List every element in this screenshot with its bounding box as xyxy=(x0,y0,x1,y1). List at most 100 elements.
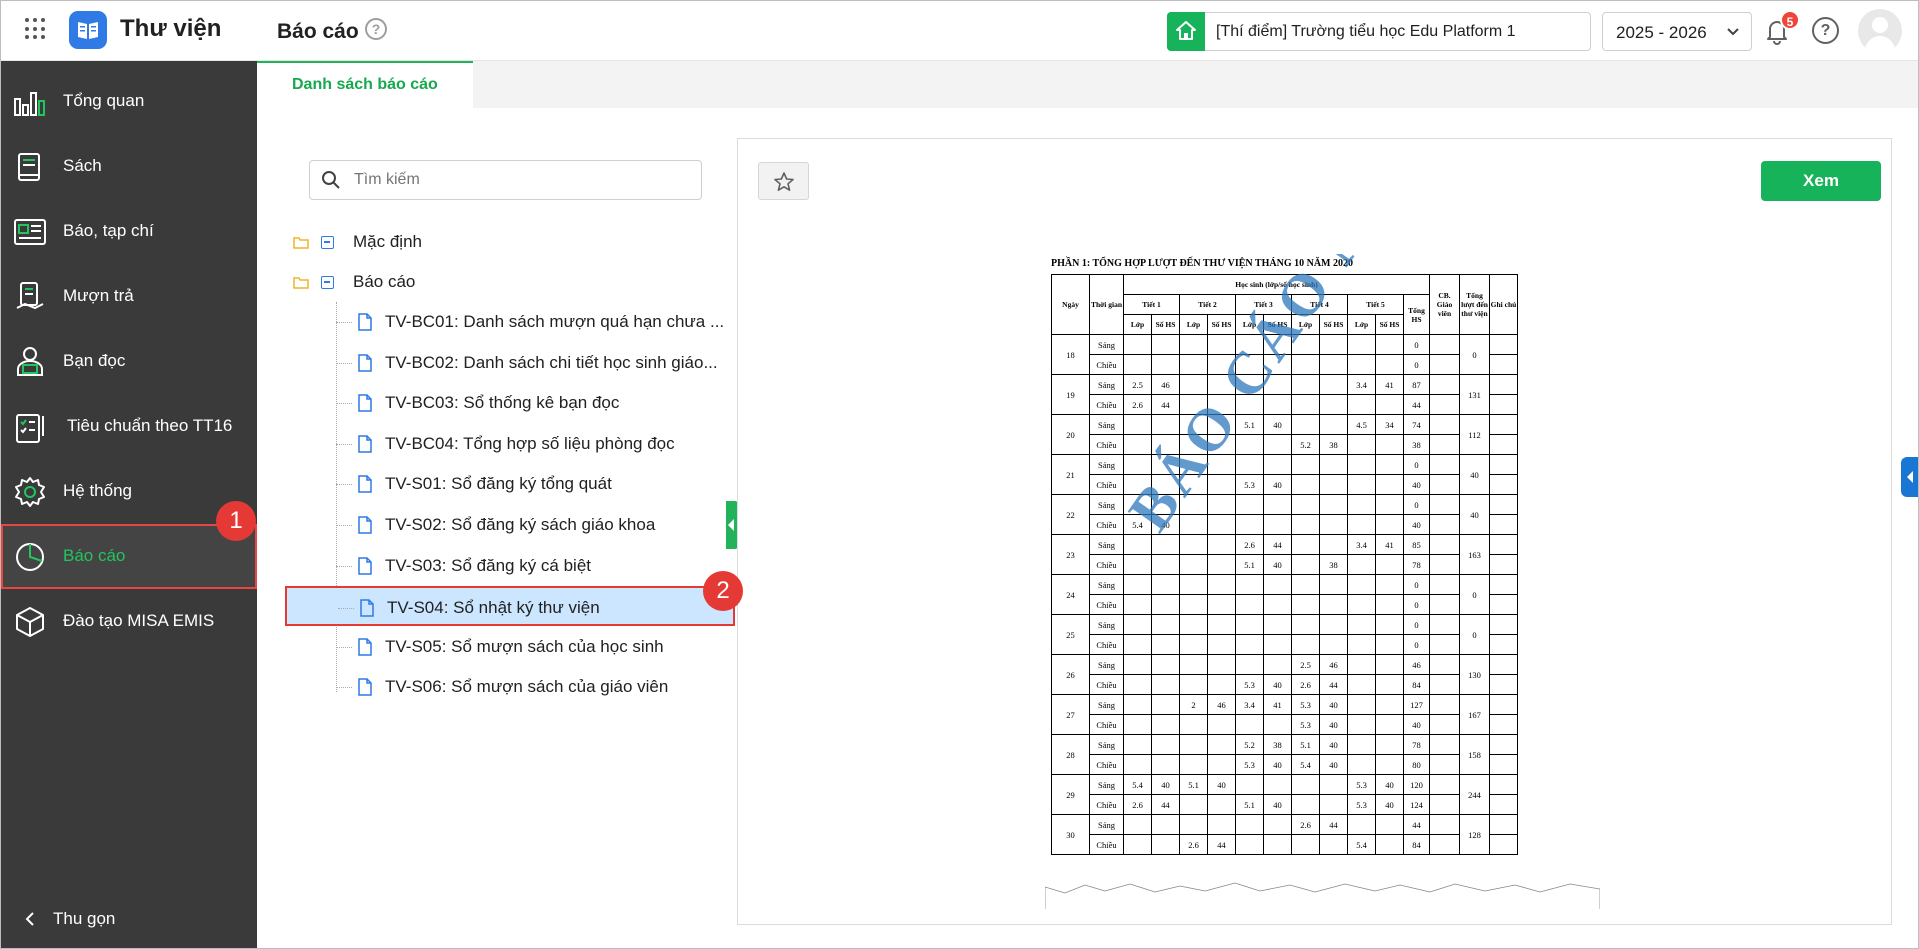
notification-badge: 5 xyxy=(1780,10,1800,30)
tree-connector xyxy=(336,403,352,405)
session-cell: Sáng xyxy=(1089,734,1124,755)
value-cell xyxy=(1375,614,1404,635)
value-cell xyxy=(1319,354,1348,375)
value-cell: 41 xyxy=(1375,374,1404,395)
total-students-cell: 127 xyxy=(1403,694,1430,715)
table-row: Chiều 5.3 40 5.4 40 80 xyxy=(1052,754,1518,775)
value-cell xyxy=(1207,674,1236,695)
tab-report-list[interactable]: Danh sách báo cáo xyxy=(257,61,473,108)
value-cell xyxy=(1179,334,1208,355)
value-cell xyxy=(1319,454,1348,475)
table-row: Chiều 0 xyxy=(1052,634,1518,655)
value-cell xyxy=(1263,634,1292,655)
value-cell xyxy=(1207,654,1236,675)
help-icon[interactable]: ? xyxy=(365,18,387,40)
sidebar-item-books[interactable]: Sách xyxy=(1,134,257,199)
value-cell xyxy=(1207,594,1236,615)
home-icon[interactable] xyxy=(1167,12,1205,51)
value-cell xyxy=(1319,334,1348,355)
sidebar-item-borrow[interactable]: Mượn trả xyxy=(1,264,257,329)
total-students-cell: 87 xyxy=(1403,374,1430,395)
sidebar-item-newspapers[interactable]: Báo, tạp chí xyxy=(1,199,257,264)
sidebar-item-training[interactable]: Đào tạo MISA EMIS xyxy=(1,589,257,654)
teacher-cell xyxy=(1429,674,1460,695)
sidebar-item-overview[interactable]: Tổng quan xyxy=(1,69,257,134)
session-cell: Sáng xyxy=(1089,814,1124,835)
value-cell xyxy=(1291,514,1320,535)
table-row: 20 Sáng 5.1 40 4.5 34 74 112 xyxy=(1051,414,1518,455)
teacher-cell xyxy=(1429,694,1460,715)
value-cell: 5.3 xyxy=(1291,694,1320,715)
value-cell: 5.4 xyxy=(1347,834,1376,855)
value-cell xyxy=(1151,734,1180,755)
total-students-cell: 74 xyxy=(1403,414,1430,435)
report-item[interactable]: TV-S05: Sổ mượn sách của học sinh xyxy=(285,627,735,667)
report-item[interactable]: TV-S02: Sổ đăng ký sách giáo khoa xyxy=(285,505,735,545)
school-selector[interactable]: [Thí điểm] Trường tiểu học Edu Platform … xyxy=(1167,12,1591,51)
school-year-select[interactable]: 2025 - 2026 xyxy=(1602,12,1752,51)
day-cell: 29 xyxy=(1051,774,1090,815)
value-cell xyxy=(1179,554,1208,575)
value-cell xyxy=(1123,574,1152,595)
report-item[interactable]: TV-S04: Sổ nhật ký thư viện xyxy=(285,586,735,627)
value-cell: 3.4 xyxy=(1347,534,1376,555)
help-circle-icon[interactable]: ? xyxy=(1812,17,1839,44)
search-box xyxy=(309,160,702,200)
teacher-cell xyxy=(1429,334,1460,355)
value-cell: 4.5 xyxy=(1347,414,1376,435)
document-icon xyxy=(360,599,374,617)
teacher-cell xyxy=(1429,434,1460,455)
value-cell xyxy=(1375,594,1404,615)
total-visits-cell: 0 xyxy=(1459,334,1490,375)
table-row: Chiều 5.2 38 38 xyxy=(1052,434,1518,455)
value-cell xyxy=(1319,574,1348,595)
table-row: 24 Sáng 0 0 xyxy=(1051,574,1518,615)
value-cell: 2.6 xyxy=(1291,814,1320,835)
value-cell xyxy=(1375,634,1404,655)
value-cell xyxy=(1179,574,1208,595)
value-cell xyxy=(1123,614,1152,635)
report-item[interactable]: TV-BC01: Danh sách mượn quá hạn chưa ... xyxy=(285,302,735,342)
header-total-students: Tổng HS xyxy=(1403,294,1430,335)
day-cell: 23 xyxy=(1051,534,1090,575)
collapse-folder-icon[interactable] xyxy=(321,276,334,289)
report-label: TV-S04: Sổ nhật ký thư viện xyxy=(387,598,600,618)
report-item[interactable]: TV-S06: Sổ mượn sách của giáo viên xyxy=(285,667,735,707)
avatar-icon[interactable] xyxy=(1858,9,1902,53)
total-visits-cell: 158 xyxy=(1459,734,1490,775)
teacher-cell xyxy=(1429,834,1460,855)
report-item[interactable]: TV-BC03: Sổ thống kê bạn đọc xyxy=(285,383,735,423)
sidebar-item-readers[interactable]: Bạn đọc xyxy=(1,329,257,394)
tree-connector xyxy=(338,608,354,610)
sidebar-item-standards[interactable]: Tiêu chuẩn theo TT16 xyxy=(1,394,257,459)
newspaper-icon xyxy=(14,219,46,245)
table-row: 29 Sáng 5.4 40 5.1 40 5.3 40 120 244 xyxy=(1051,774,1518,815)
sidebar-item-reports[interactable]: Báo cáo xyxy=(1,524,257,589)
total-students-cell: 0 xyxy=(1403,614,1430,635)
right-panel-toggle[interactable] xyxy=(1901,457,1918,497)
value-cell xyxy=(1319,774,1348,795)
report-item[interactable]: TV-BC04: Tổng hợp số liệu phòng đọc xyxy=(285,424,735,464)
document-icon xyxy=(358,435,372,453)
value-cell: 5.4 xyxy=(1291,754,1320,775)
value-cell xyxy=(1123,834,1152,855)
view-button[interactable]: Xem xyxy=(1761,161,1881,201)
note-cell xyxy=(1489,554,1518,575)
header-period: Tiết 2 xyxy=(1179,294,1236,315)
collapse-folder-icon[interactable] xyxy=(321,236,334,249)
total-visits-cell: 112 xyxy=(1459,414,1490,455)
apps-grid-icon[interactable] xyxy=(25,18,47,40)
value-cell xyxy=(1235,654,1264,675)
value-cell xyxy=(1347,814,1376,835)
favorite-button[interactable] xyxy=(758,162,809,200)
search-input[interactable] xyxy=(354,169,684,191)
report-item[interactable]: TV-S03: Sổ đăng ký cá biệt xyxy=(285,546,735,586)
report-item[interactable]: TV-BC02: Danh sách chi tiết học sinh giá… xyxy=(285,343,735,383)
value-cell: 5.3 xyxy=(1347,774,1376,795)
report-item[interactable]: TV-S01: Sổ đăng ký tổng quát xyxy=(285,464,735,504)
value-cell: 5.1 xyxy=(1291,734,1320,755)
session-cell: Sáng xyxy=(1089,574,1124,595)
session-cell: Chiều xyxy=(1089,554,1124,575)
value-cell xyxy=(1291,374,1320,395)
value-cell xyxy=(1263,714,1292,735)
